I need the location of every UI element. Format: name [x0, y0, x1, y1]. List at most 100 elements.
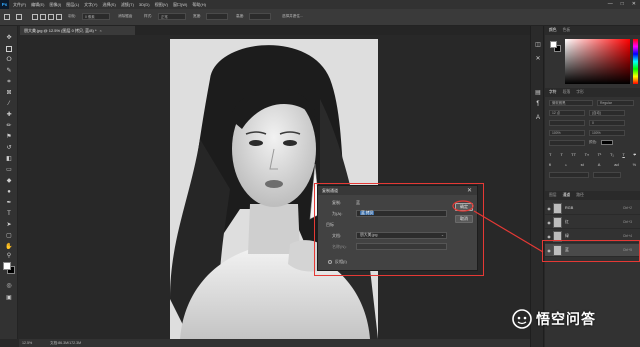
move-tool-icon[interactable]: ✥	[5, 34, 13, 42]
history-brush-tool-icon[interactable]: ↺	[5, 144, 13, 152]
color-panel-foreground-swatch[interactable]	[550, 41, 557, 48]
select-and-mask-button[interactable]: 选择并遮住...	[282, 14, 303, 19]
width-input[interactable]	[206, 13, 228, 20]
paragraph-panel-icon[interactable]: ¶	[534, 100, 542, 108]
tab-glyphs[interactable]: 字形	[576, 90, 584, 95]
style-select[interactable]: 正常	[158, 13, 186, 20]
visibility-eye-icon[interactable]: ◉	[545, 248, 553, 253]
ordinals-icon[interactable]: ad	[614, 162, 618, 168]
tab-channels[interactable]: 通道	[563, 193, 571, 198]
tab-swatches[interactable]: 色板	[563, 28, 571, 33]
hand-tool-icon[interactable]: ✋	[5, 243, 13, 251]
menu-file[interactable]: 文件(F)	[13, 2, 26, 8]
horizontal-scale-input[interactable]: 100%	[589, 130, 625, 136]
marquee-tool-preset-icon[interactable]	[16, 14, 22, 20]
leading-select[interactable]: (自动)	[589, 110, 625, 116]
menu-edit[interactable]: 编辑(E)	[31, 2, 44, 8]
channel-row[interactable]: ◉ 红 Ctrl+3	[545, 216, 640, 229]
marquee-tool-icon[interactable]	[5, 45, 13, 53]
minimize-button[interactable]: —	[608, 1, 613, 7]
invert-label[interactable]: 反相(I)	[335, 259, 347, 265]
channel-row[interactable]: ◉ RGB Ctrl+2	[545, 202, 640, 215]
menu-3d[interactable]: 3D(D)	[139, 2, 150, 8]
color-field[interactable]	[565, 39, 630, 84]
lasso-tool-icon[interactable]: ⵔ	[5, 56, 13, 64]
dialog-close-icon[interactable]: ✕	[467, 187, 472, 194]
menu-view[interactable]: 视图(V)	[155, 2, 168, 8]
crop-tool-icon[interactable]: ⌗	[5, 78, 13, 86]
brush-settings-icon[interactable]: ✕	[534, 54, 542, 62]
quick-mask-icon[interactable]: ◎	[5, 282, 13, 290]
subtract-selection-icon[interactable]	[48, 14, 54, 20]
pen-tool-icon[interactable]: ✒	[5, 199, 13, 207]
maximize-button[interactable]: □	[621, 1, 624, 7]
tab-color[interactable]: 颜色	[549, 28, 557, 33]
underline-icon[interactable]: T	[622, 152, 624, 158]
zoom-level[interactable]: 12.5%	[22, 341, 32, 345]
stylistic-alternates-icon[interactable]: st	[581, 162, 584, 168]
tracking-select[interactable]: 0	[589, 120, 625, 126]
document-info[interactable]: 文档:86.3M/172.3M	[50, 341, 81, 346]
ok-button[interactable]: 确定	[455, 203, 473, 211]
language-select[interactable]	[549, 172, 589, 178]
tab-paths[interactable]: 路径	[576, 193, 584, 198]
subscript-icon[interactable]: T₁	[610, 152, 614, 158]
visibility-eye-icon[interactable]: ◉	[545, 234, 553, 239]
faux-italic-icon[interactable]: T	[560, 152, 562, 158]
zoom-tool-icon[interactable]: ⚲	[5, 252, 13, 260]
gradient-tool-icon[interactable]: ▭	[5, 166, 13, 174]
swash-icon[interactable]: ℴ	[565, 162, 567, 168]
superscript-icon[interactable]: T¹	[598, 152, 602, 158]
font-style-select[interactable]: Regular	[597, 100, 634, 106]
menu-type[interactable]: 文字(Y)	[84, 2, 97, 8]
intersect-selection-icon[interactable]	[56, 14, 62, 20]
close-tab-icon[interactable]: ×	[100, 28, 102, 33]
close-window-button[interactable]: ✕	[632, 1, 636, 7]
tab-character[interactable]: 字符	[549, 90, 557, 95]
properties-panel-icon[interactable]: ▤	[534, 88, 542, 96]
document-tab[interactable]: 朋大美.jpg @ 12.5% (图层 0 拷贝, 蓝/8) * ×	[20, 26, 135, 35]
menu-image[interactable]: 图像(I)	[49, 2, 61, 8]
document-select[interactable]: 朋大美.jpg ⌄	[356, 232, 447, 239]
dodge-tool-icon[interactable]: ●	[5, 188, 13, 196]
visibility-eye-icon[interactable]: ◉	[545, 206, 553, 211]
as-name-input[interactable]: 蓝 拷贝	[356, 210, 447, 217]
visibility-eye-icon[interactable]: ◉	[545, 220, 553, 225]
blur-tool-icon[interactable]: ◆	[5, 177, 13, 185]
history-panel-icon[interactable]: ◫	[534, 40, 542, 48]
channel-row[interactable]: ◉ 绿 Ctrl+4	[545, 230, 640, 243]
titling-icon[interactable]: A	[598, 162, 601, 168]
character-panel-icon[interactable]: A	[534, 114, 542, 122]
channel-row-selected[interactable]: ◉ 蓝 Ctrl+5	[545, 244, 640, 257]
tab-layers[interactable]: 图层	[549, 193, 557, 198]
clone-stamp-tool-icon[interactable]: ⚑	[5, 133, 13, 141]
kerning-select[interactable]	[549, 120, 585, 126]
feather-input[interactable]: 0 像素	[82, 13, 110, 20]
add-selection-icon[interactable]	[40, 14, 46, 20]
antialias-select[interactable]	[593, 172, 621, 178]
brush-tool-icon[interactable]: ✏	[5, 122, 13, 130]
home-icon[interactable]	[4, 14, 10, 20]
foreground-color-swatch[interactable]	[3, 262, 11, 270]
invert-checkbox[interactable]	[328, 260, 332, 264]
font-size-select[interactable]: 12 点	[549, 110, 585, 116]
new-selection-icon[interactable]	[32, 14, 38, 20]
cancel-button[interactable]: 取消	[455, 215, 473, 223]
all-caps-icon[interactable]: TT	[571, 152, 576, 158]
rectangle-tool-icon[interactable]: ▢	[5, 232, 13, 240]
tab-paragraph[interactable]: 段落	[563, 90, 571, 95]
frame-tool-icon[interactable]: ⊠	[5, 89, 13, 97]
menu-window[interactable]: 窗口(W)	[173, 2, 187, 8]
vertical-scale-input[interactable]: 100%	[549, 130, 585, 136]
quick-select-tool-icon[interactable]: ✎	[5, 67, 13, 75]
type-tool-icon[interactable]: T	[5, 210, 13, 218]
menu-select[interactable]: 选择(S)	[102, 2, 115, 8]
faux-bold-icon[interactable]: T	[549, 152, 551, 158]
height-input[interactable]	[249, 13, 271, 20]
strikethrough-icon[interactable]: T	[633, 152, 635, 158]
eyedropper-tool-icon[interactable]: ⁄	[5, 100, 13, 108]
menu-help[interactable]: 帮助(H)	[192, 2, 206, 8]
eraser-tool-icon[interactable]: ◧	[5, 155, 13, 163]
hue-slider[interactable]	[633, 39, 638, 84]
menu-layer[interactable]: 图层(L)	[66, 2, 79, 8]
